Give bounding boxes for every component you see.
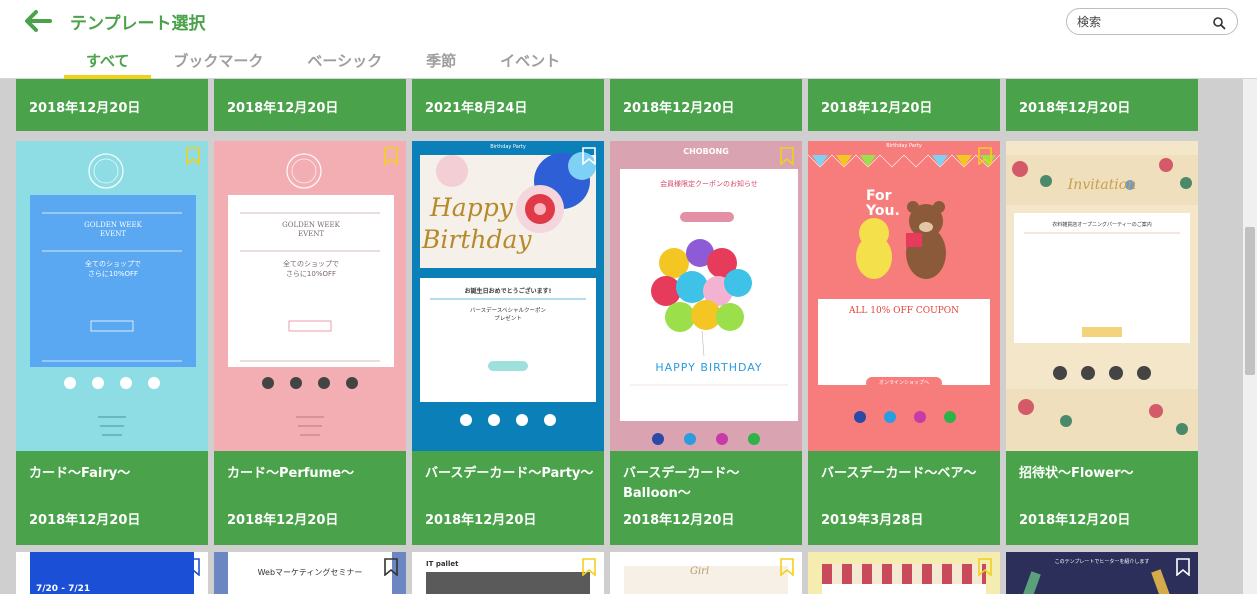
- bookmark-icon[interactable]: [186, 558, 200, 577]
- thumb-body: 全てのショップで さらに10%OFF: [85, 260, 141, 278]
- thumb-label: Webマーケティングセミナー: [257, 568, 363, 577]
- bookmark-icon[interactable]: [780, 147, 794, 166]
- template-card-fairy[interactable]: GOLDEN WEEK EVENT 全てのショップで さらに10%OFF カード…: [16, 141, 208, 545]
- thumb-coupon: ALL 10% OFF COUPON: [848, 306, 960, 316]
- category-tabs: すべて ブックマーク ベーシック 季節 イベント: [64, 45, 582, 79]
- search-box[interactable]: [1066, 8, 1238, 35]
- template-name: 招待状〜Flower〜: [1019, 466, 1134, 481]
- template-date: 2021年8月24日: [425, 101, 528, 116]
- template-card-bear[interactable]: Birthday Party For You. ALL 10% OFF COUP…: [808, 141, 1000, 545]
- thumb-for-you: For You.: [866, 188, 900, 219]
- template-card-footer[interactable]: カード〜Fairy〜 2018年12月20日: [16, 451, 208, 545]
- template-card-footer[interactable]: 招待状〜Flower〜 2018年12月20日: [1006, 451, 1198, 545]
- page-title: テンプレート選択: [70, 14, 206, 34]
- thumb-coupon: バースデースペシャルクーポン プレゼント: [469, 308, 547, 322]
- back-arrow-icon[interactable]: [20, 6, 54, 36]
- bookmark-icon[interactable]: [780, 558, 794, 577]
- template-card-footer[interactable]: 2018年12月20日: [1006, 79, 1198, 131]
- thumb-label: 7/20 - 7/21: [36, 584, 91, 594]
- thumb-heading: GOLDEN WEEK EVENT: [84, 221, 142, 238]
- bookmark-icon[interactable]: [186, 147, 200, 166]
- thumb-heading: GOLDEN WEEK EVENT: [282, 221, 340, 238]
- template-name: バースデーカード〜ベア〜: [821, 466, 977, 481]
- tab-event[interactable]: イベント: [478, 45, 582, 79]
- template-card-balloon[interactable]: CHOBONG 会員様限定クーポンのお知らせ HAPPY BIRTHDAY バー…: [610, 141, 802, 545]
- thumb-heading: 衣料雑貨店オープニングパーティーのご案内: [1052, 222, 1152, 228]
- template-date: 2018年12月20日: [425, 513, 537, 528]
- template-card-flower[interactable]: Invitation 衣料雑貨店オープニングパーティーのご案内 招待状〜Flow…: [1006, 141, 1198, 545]
- bookmark-icon[interactable]: [978, 558, 992, 577]
- thumb-heading: 会員様限定クーポンのお知らせ: [660, 180, 758, 188]
- tab-all[interactable]: すべて: [64, 45, 152, 79]
- template-date: 2018年12月20日: [623, 101, 735, 116]
- tab-season[interactable]: 季節: [404, 45, 478, 79]
- template-thumbnail[interactable]: GOLDEN WEEK EVENT 全てのショップで さらに10%OFF: [214, 141, 406, 451]
- tab-basic[interactable]: ベーシック: [285, 45, 404, 79]
- thumb-message: お誕生日おめでとうございます!: [464, 288, 552, 295]
- template-date: 2018年12月20日: [623, 513, 735, 528]
- thumb-label: IT pallet: [426, 560, 459, 568]
- template-date: 2018年12月20日: [29, 513, 141, 528]
- template-thumbnail[interactable]: Webマーケティングセミナー: [214, 552, 406, 594]
- template-thumbnail[interactable]: このテンプレートでヒーターを紹介します: [1006, 552, 1198, 594]
- bookmark-icon[interactable]: [1176, 558, 1190, 577]
- bookmark-icon[interactable]: [582, 147, 596, 166]
- template-card-footer[interactable]: 2018年12月20日: [808, 79, 1000, 131]
- bookmark-icon[interactable]: [384, 558, 398, 577]
- thumb-brand: Birthday Party: [490, 144, 526, 150]
- template-thumbnail[interactable]: Girl: [610, 552, 802, 594]
- thumb-script: Birthday: [422, 225, 532, 254]
- template-name: バースデーカード〜Party〜: [425, 466, 594, 481]
- template-card-perfume[interactable]: GOLDEN WEEK EVENT 全てのショップで さらに10%OFF カード…: [214, 141, 406, 545]
- template-card-footer[interactable]: 2018年12月20日: [214, 79, 406, 131]
- bookmark-icon[interactable]: [384, 147, 398, 166]
- scrollbar-thumb[interactable]: [1245, 227, 1255, 375]
- bookmark-icon[interactable]: [582, 558, 596, 577]
- template-date: 2018年12月20日: [29, 101, 141, 116]
- thumb-label: Girl: [690, 566, 710, 577]
- template-thumbnail[interactable]: GOLDEN WEEK EVENT 全てのショップで さらに10%OFF: [16, 141, 208, 451]
- bookmark-icon[interactable]: [978, 147, 992, 166]
- thumb-brand: CHOBONG: [683, 147, 729, 156]
- header: テンプレート選択 すべて ブックマーク ベーシック 季節 イベント: [0, 0, 1257, 79]
- template-grid: 2018年12月20日 2018年12月20日 2021年8月24日 2018年…: [0, 79, 1243, 594]
- template-thumbnail[interactable]: CHOBONG 会員様限定クーポンのお知らせ HAPPY BIRTHDAY: [610, 141, 802, 451]
- thumb-brand: Birthday Party: [886, 143, 922, 149]
- template-card-footer[interactable]: バースデーカード〜ベア〜 2019年3月28日: [808, 451, 1000, 545]
- thumb-body: 全てのショップで さらに10%OFF: [283, 260, 339, 278]
- template-thumbnail[interactable]: Birthday Party For You. ALL 10% OFF COUP…: [808, 141, 1000, 451]
- thumb-label: このテンプレートでヒーターを紹介します: [1054, 559, 1150, 565]
- thumb-script: Invitation: [1067, 177, 1137, 193]
- template-card-footer[interactable]: 2018年12月20日: [610, 79, 802, 131]
- template-thumbnail[interactable]: [808, 552, 1000, 594]
- template-name: カード〜Fairy〜: [29, 466, 131, 481]
- template-card-footer[interactable]: バースデーカード〜Party〜 2018年12月20日: [412, 451, 604, 545]
- template-thumbnail[interactable]: Birthday Party Happy Birthday お誕生日おめでとうご…: [412, 141, 604, 451]
- search-icon[interactable]: [1212, 15, 1226, 30]
- template-thumbnail[interactable]: IT pallet: [412, 552, 604, 594]
- template-card-footer[interactable]: 2018年12月20日: [16, 79, 208, 131]
- search-input[interactable]: [1077, 12, 1207, 31]
- template-date: 2018年12月20日: [1019, 101, 1131, 116]
- template-date: 2018年12月20日: [821, 101, 933, 116]
- thumb-cta: オンラインショップへ: [878, 380, 929, 386]
- thumb-banner: HAPPY BIRTHDAY: [655, 361, 763, 374]
- template-date: 2018年12月20日: [1019, 513, 1131, 528]
- template-card-footer[interactable]: バースデーカード〜Balloon〜 2018年12月20日: [610, 451, 802, 545]
- template-name: カード〜Perfume〜: [227, 466, 355, 481]
- scrollbar[interactable]: [1243, 79, 1257, 594]
- template-card-footer[interactable]: カード〜Perfume〜 2018年12月20日: [214, 451, 406, 545]
- template-card-party[interactable]: Birthday Party Happy Birthday お誕生日おめでとうご…: [412, 141, 604, 545]
- template-thumbnail[interactable]: 7/20 - 7/21: [16, 552, 208, 594]
- thumb-script: Happy: [430, 193, 513, 222]
- tab-bookmark[interactable]: ブックマーク: [151, 45, 285, 79]
- template-date: 2018年12月20日: [227, 513, 339, 528]
- template-date: 2019年3月28日: [821, 513, 924, 528]
- template-date: 2018年12月20日: [227, 101, 339, 116]
- template-card-footer[interactable]: 2021年8月24日: [412, 79, 604, 131]
- template-thumbnail[interactable]: Invitation 衣料雑貨店オープニングパーティーのご案内: [1006, 141, 1198, 451]
- template-name: バースデーカード〜Balloon〜: [623, 466, 740, 501]
